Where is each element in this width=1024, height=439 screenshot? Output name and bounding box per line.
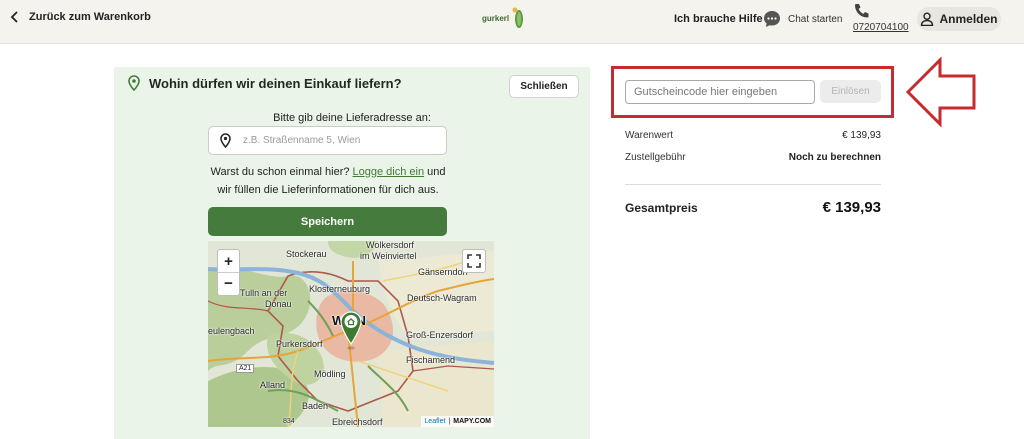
delivery-map[interactable]: Wolkersdorf im Weinviertel Stockerau Gän… [208,241,494,427]
phone-icon [855,4,869,18]
total-label: Gesamtpreis [625,200,698,215]
gurkerl-logo[interactable]: gurkerl [482,7,525,29]
summary-divider [625,184,881,185]
map-label-tulln: Tulln an der [240,288,288,298]
login-button[interactable]: Anmelden [917,7,1001,31]
delivery-title: Wohin dürfen wir deinen Einkauf liefern? [149,75,402,91]
address-field[interactable] [208,126,447,155]
chat-bubble-icon [764,11,780,27]
map-label-ebreichsdorf: Ebreichsdorf [332,417,383,427]
voucher-highlight-box [611,66,894,118]
goods-value-label: Warenwert [625,130,673,141]
goods-value-amount: € 139,93 [842,130,881,141]
delivery-fee-value: Noch zu berechnen [788,152,881,163]
mapy-logo: MAPY.COM [453,418,491,425]
map-label-gaenserndorf: Gänserndorf [418,267,469,277]
cucumber-logo-icon [512,7,524,28]
map-label-a21: A21 [236,364,255,373]
map-label-834: 834 [283,418,295,425]
map-label-weinviertel: im Weinviertel [360,251,417,261]
login-label: Anmelden [939,12,998,26]
zoom-in-button[interactable]: + [218,250,239,272]
map-label-moedling: Mödling [314,369,346,379]
delivery-fee-label: Zustellgebühr [625,152,686,163]
back-to-cart-link[interactable]: Zurück zum Warenkorb [10,11,151,23]
map-label-stockerau: Stockerau [286,249,327,259]
close-button[interactable]: Schließen [509,75,579,98]
pointing-arrow-icon [905,56,976,128]
save-button[interactable]: Speichern [208,207,447,236]
map-attribution: Leaflet | MAPY.COM [421,416,494,427]
logo-text: gurkerl [482,13,510,23]
total-amount: € 139,93 [822,199,881,216]
leaflet-link[interactable]: Leaflet [424,418,445,425]
start-chat-button[interactable]: Chat starten [763,10,842,28]
chat-label: Chat starten [788,13,843,25]
home-location-pin-icon[interactable] [340,311,362,351]
map-label-neulengbach: eulengbach [208,326,255,336]
map-label-deutsch-wagram: Deutsch-Wagram [407,293,477,303]
login-prompt-before: Warst du schon einmal hier? [210,166,353,178]
address-input[interactable] [243,135,433,146]
help-text: Ich brauche Hilfe [674,13,763,25]
top-bar: Zurück zum Warenkorb gurkerl Ich brauche… [0,0,1024,44]
map-label-purkersdorf: Purkersdorf [276,339,323,349]
total-row: Gesamtpreis € 139,93 [625,199,881,216]
fullscreen-icon [467,254,481,268]
map-label-klosterneuburg: Klosterneuburg [309,284,371,294]
map-label-fischamend: Fischamend [406,355,456,365]
address-label: Bitte gib deine Lieferadresse an: [273,112,431,124]
delivery-address-panel: Wohin dürfen wir deinen Einkauf liefern?… [114,67,590,439]
delivery-fee-row: Zustellgebühr Noch zu berechnen [625,152,881,163]
map-label-gross-enzersdorf: Groß-Enzersdorf [406,330,474,340]
login-prompt: Warst du schon einmal hier? Logge dich e… [204,163,452,199]
zoom-control: + − [217,249,240,296]
goods-value-row: Warenwert € 139,93 [625,130,881,141]
phone-contact[interactable]: 0720704100 [853,3,909,33]
fullscreen-button[interactable] [462,249,486,273]
user-icon [921,12,934,26]
delivery-heading: Wohin dürfen wir deinen Einkauf liefern? [128,75,402,91]
map-label-baden: Baden [302,401,329,411]
back-to-cart-label: Zurück zum Warenkorb [29,11,151,23]
chevron-left-icon [10,11,18,23]
location-pin-icon [128,75,140,91]
attribution-separator: | [448,418,451,425]
map-marker-icon [220,133,231,148]
login-link[interactable]: Logge dich ein [353,166,425,178]
zoom-out-button[interactable]: − [218,272,239,294]
map-label-donau: Donau [265,299,292,309]
phone-number-link[interactable]: 0720704100 [853,22,909,33]
map-label-wolkersdorf: Wolkersdorf [366,241,414,250]
map-label-alland: Alland [260,380,286,390]
